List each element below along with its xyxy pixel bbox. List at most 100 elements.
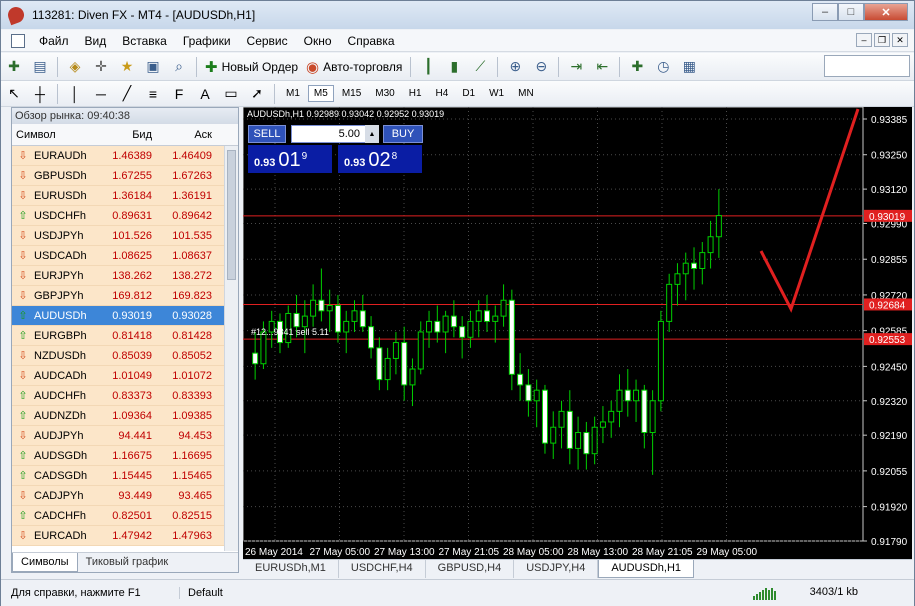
timeframe-m5[interactable]: M5: [307, 85, 334, 102]
profiles-icon[interactable]: ▤: [29, 56, 51, 78]
new-order-button[interactable]: ✚ Новый Ордер: [201, 56, 302, 78]
market-watch-row-eurjpyh[interactable]: ⇩ EURJPYh 138.262 138.272: [12, 266, 238, 286]
arrows-icon[interactable]: ➚: [246, 83, 268, 105]
market-watch-row-audnzdh[interactable]: ⇧ AUDNZDh 1.09364 1.09385: [12, 406, 238, 426]
ask-column-header[interactable]: Аск: [156, 129, 216, 141]
menu-charts[interactable]: Графики: [175, 34, 239, 48]
market-watch-row-euraudh[interactable]: ⇩ EURAUDh 1.46389 1.46409: [12, 146, 238, 166]
sell-price-quote[interactable]: 0.93 01 9: [248, 145, 332, 173]
search-input[interactable]: [824, 55, 910, 77]
market-watch-row-eurgbph[interactable]: ⇧ EURGBPh 0.81418 0.81428: [12, 326, 238, 346]
mdi-minimize-button[interactable]: –: [856, 33, 872, 47]
symbol-name: GBPJPYh: [34, 289, 84, 302]
text-icon[interactable]: A: [194, 83, 216, 105]
timeframe-h1[interactable]: H1: [403, 85, 428, 102]
chart-shift-icon[interactable]: ⇥: [565, 56, 587, 78]
close-button[interactable]: ✕: [864, 3, 908, 21]
title-bar[interactable]: 113281: Diven FX - MT4 - [AUDUSDh,H1] – …: [1, 1, 914, 29]
market-watch-row-eurusdh[interactable]: ⇩ EURUSDh 1.36184 1.36191: [12, 186, 238, 206]
auto-scroll-icon[interactable]: ⇤: [591, 56, 613, 78]
timeframe-m30[interactable]: M30: [369, 85, 400, 102]
periods-icon[interactable]: ◷: [652, 56, 674, 78]
price-chart[interactable]: 0.933850.932500.931200.929900.928550.927…: [243, 107, 912, 559]
menu-view[interactable]: Вид: [77, 34, 115, 48]
templates-icon[interactable]: ▦: [678, 56, 700, 78]
strategy-tester-icon[interactable]: ⌕: [168, 56, 190, 78]
market-watch-row-gbpusdh[interactable]: ⇩ GBPUSDh 1.67255 1.67263: [12, 166, 238, 186]
timeframe-d1[interactable]: D1: [456, 85, 481, 102]
candlestick-icon[interactable]: ▮: [443, 56, 465, 78]
maximize-button[interactable]: □: [838, 3, 864, 21]
buy-price-quote[interactable]: 0.93 02 8: [338, 145, 422, 173]
menu-window[interactable]: Окно: [296, 34, 340, 48]
equidistant-channel-icon[interactable]: ≡: [142, 83, 164, 105]
chart-tab-usdjpy-h4[interactable]: USDJPY,H4: [514, 560, 599, 578]
new-order-label: Новый Ордер: [221, 59, 299, 74]
menu-tools[interactable]: Сервис: [239, 34, 296, 48]
bar-chart-icon[interactable]: ┃: [417, 56, 439, 78]
bull-candle: [666, 283, 673, 322]
indicators-icon[interactable]: ✚: [626, 56, 648, 78]
fibonacci-icon[interactable]: F: [168, 83, 190, 105]
minimize-button[interactable]: –: [812, 3, 838, 21]
zoom-in-icon[interactable]: ⊕: [504, 56, 526, 78]
crosshair-icon[interactable]: ┼: [29, 83, 51, 105]
market-watch-row-audjpyh[interactable]: ⇩ AUDJPYh 94.441 94.453: [12, 426, 238, 446]
new-chart-icon[interactable]: ✚: [3, 56, 25, 78]
symbol-column-header[interactable]: Символ: [12, 129, 94, 141]
menu-file[interactable]: Файл: [31, 34, 77, 48]
text-label-icon[interactable]: ▭: [220, 83, 242, 105]
market-watch-row-audchfh[interactable]: ⇧ AUDCHFh 0.83373 0.83393: [12, 386, 238, 406]
timeframe-m1[interactable]: M1: [280, 85, 306, 102]
timeframe-h4[interactable]: H4: [430, 85, 455, 102]
market-watch-row-gbpjpyh[interactable]: ⇩ GBPJPYh 169.812 169.823: [12, 286, 238, 306]
ask-value: 0.83393: [172, 389, 212, 402]
chart-document-icon[interactable]: [11, 33, 25, 48]
data-window-icon[interactable]: ✛: [90, 56, 112, 78]
market-watch-icon[interactable]: ◈: [64, 56, 86, 78]
menu-insert[interactable]: Вставка: [114, 34, 175, 48]
cursor-icon[interactable]: ↖: [3, 83, 25, 105]
market-watch-row-cadsgdh[interactable]: ⇧ CADSGDh 1.15445 1.15465: [12, 466, 238, 486]
horizontal-line-icon[interactable]: ─: [90, 83, 112, 105]
bid-column-header[interactable]: Бид: [94, 129, 156, 141]
sell-button[interactable]: SELL: [248, 125, 286, 143]
vertical-line-icon[interactable]: │: [64, 83, 86, 105]
navigator-icon[interactable]: ★: [116, 56, 138, 78]
zoom-out-icon[interactable]: ⊖: [530, 56, 552, 78]
chart-tab-usdchf-h4[interactable]: USDCHF,H4: [339, 560, 426, 578]
market-watch-row-usdchfh[interactable]: ⇧ USDCHFh 0.89631 0.89642: [12, 206, 238, 226]
chart-tab-audusdh-h1[interactable]: AUDUSDh,H1: [598, 560, 695, 578]
market-watch-row-cadchfh[interactable]: ⇧ CADCHFh 0.82501 0.82515: [12, 506, 238, 526]
market-watch-row-audcadh[interactable]: ⇩ AUDCADh 1.01049 1.01072: [12, 366, 238, 386]
market-watch-scrollbar[interactable]: [224, 146, 238, 551]
timeframe-m15[interactable]: M15: [336, 85, 367, 102]
trendline-icon[interactable]: ╱: [116, 83, 138, 105]
timeframe-mn[interactable]: MN: [512, 85, 540, 102]
ask-value: 0.81428: [172, 329, 212, 342]
auto-trading-button[interactable]: ◉ Авто-торговля: [302, 56, 406, 78]
chart-tab-gbpusd-h4[interactable]: GBPUSD,H4: [426, 560, 515, 578]
market-watch-row-usdjpyh[interactable]: ⇩ USDJPYh 101.526 101.535: [12, 226, 238, 246]
bid-value: 1.67255: [112, 169, 152, 182]
market-watch-row-usdcadh[interactable]: ⇩ USDCADh 1.08625 1.08637: [12, 246, 238, 266]
tab-tick-chart[interactable]: Тиковый график: [78, 553, 177, 572]
market-watch-row-nzdusdh[interactable]: ⇩ NZDUSDh 0.85039 0.85052: [12, 346, 238, 366]
chart-tab-eurusdh-m1[interactable]: EURUSDh,M1: [243, 560, 339, 578]
market-watch-row-eurcadh[interactable]: ⇩ EURCADh 1.47942 1.47963: [12, 526, 238, 546]
buy-button[interactable]: BUY: [383, 125, 423, 143]
tab-symbols[interactable]: Символы: [12, 553, 78, 572]
timeframe-w1[interactable]: W1: [483, 85, 510, 102]
line-chart-icon[interactable]: ⟋: [469, 56, 491, 78]
terminal-icon[interactable]: ▣: [142, 56, 164, 78]
market-watch-row-audusdh[interactable]: ⇧ AUDUSDh 0.93019 0.93028: [12, 306, 238, 326]
lot-increase-icon[interactable]: ▲: [365, 125, 379, 143]
menu-help[interactable]: Справка: [340, 34, 403, 48]
market-watch-row-cadjpyh[interactable]: ⇩ CADJPYh 93.449 93.465: [12, 486, 238, 506]
mdi-close-button[interactable]: ✕: [892, 33, 908, 47]
market-watch-row-audsgdh[interactable]: ⇧ AUDSGDh 1.16675 1.16695: [12, 446, 238, 466]
mdi-restore-button[interactable]: ❐: [874, 33, 890, 47]
bull-candle: [392, 342, 399, 359]
chart-area[interactable]: 0.93385 0.93250 0.93120 0.92990 0.92855 0.927…: [243, 107, 912, 559]
scrollbar-thumb[interactable]: [227, 150, 236, 280]
